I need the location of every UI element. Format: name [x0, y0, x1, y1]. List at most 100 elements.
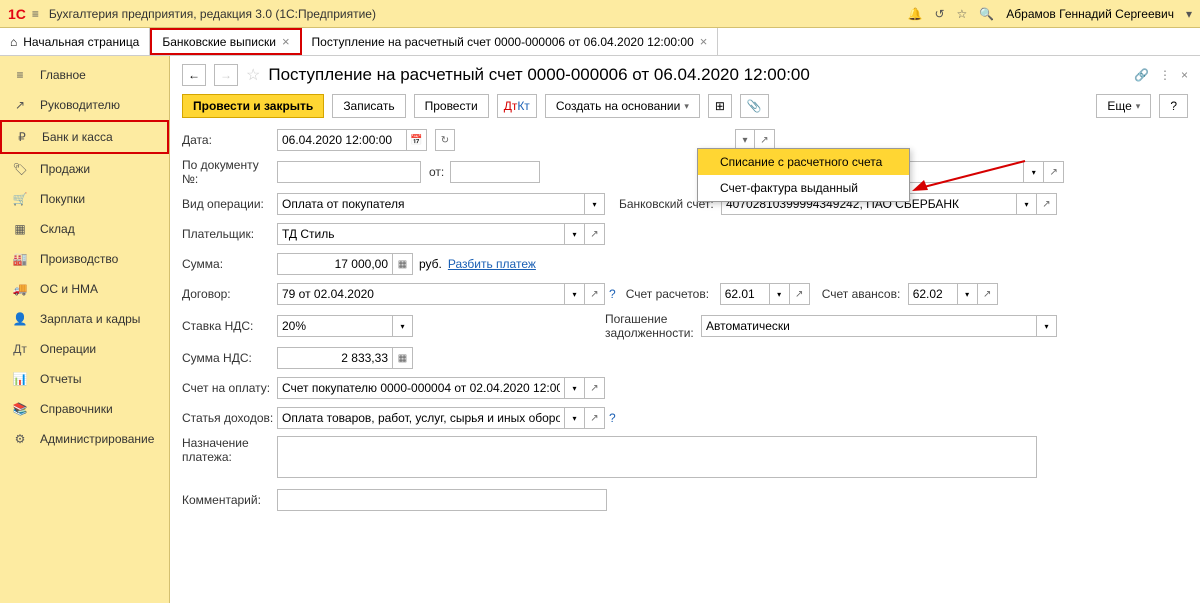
comment-input[interactable]: [277, 489, 607, 511]
close-icon[interactable]: ×: [700, 34, 708, 49]
invoice-input[interactable]: [277, 377, 565, 399]
sidebar-item-ops[interactable]: ДтОперации: [0, 334, 169, 364]
dd-icon[interactable]: ▾: [1017, 193, 1037, 215]
dropdown-item-invoice[interactable]: Счет-фактура выданный: [698, 175, 909, 201]
save-button[interactable]: Записать: [332, 94, 405, 118]
split-payment-link[interactable]: Разбить платеж: [448, 257, 536, 271]
dt-kt-button[interactable]: ДтКт: [497, 94, 537, 118]
forward-button[interactable]: →: [214, 64, 238, 86]
sidebar-item-buy[interactable]: 🛒Покупки: [0, 184, 169, 214]
label-vat-rate: Ставка НДС:: [182, 319, 277, 333]
dropdown-item-writeoff[interactable]: Списание с расчетного счета: [698, 149, 909, 175]
help-icon[interactable]: ?: [609, 287, 616, 301]
tab-label: Поступление на расчетный счет 0000-00000…: [312, 35, 694, 49]
close-icon[interactable]: ×: [1181, 68, 1188, 82]
more-button[interactable]: Еще: [1096, 94, 1151, 118]
ext-icon[interactable]: ↗: [585, 283, 605, 305]
acct-adv-input[interactable]: [908, 283, 958, 305]
boxes-icon: ▦: [12, 222, 28, 236]
gear-icon: ⚙: [12, 432, 28, 446]
favorite-icon[interactable]: ☆: [246, 65, 260, 85]
label-docnum: По документу №:: [182, 158, 277, 186]
calc-icon[interactable]: ▦: [393, 253, 413, 275]
dd-icon[interactable]: ▾: [770, 283, 790, 305]
sidebar-item-sales[interactable]: 🏷Продажи: [0, 154, 169, 184]
ext-icon[interactable]: ↗: [1037, 193, 1057, 215]
close-icon[interactable]: ×: [282, 34, 290, 49]
app-title: Бухгалтерия предприятия, редакция 3.0 (1…: [49, 7, 908, 21]
history-icon[interactable]: ↺: [934, 7, 944, 21]
dd-icon[interactable]: ▾: [565, 283, 585, 305]
person-icon: 👤: [12, 312, 28, 326]
tab-receipt[interactable]: Поступление на расчетный счет 0000-00000…: [302, 28, 719, 55]
income-input[interactable]: [277, 407, 565, 429]
user-menu-icon[interactable]: ▾: [1186, 7, 1192, 21]
post-close-button[interactable]: Провести и закрыть: [182, 94, 324, 118]
sidebar-item-menu[interactable]: ≡Главное: [0, 60, 169, 90]
debt-input[interactable]: [701, 315, 1037, 337]
calendar-icon[interactable]: 📅: [407, 129, 427, 151]
menu-icon[interactable]: ≡: [32, 7, 39, 21]
ext-icon[interactable]: ↗: [1044, 161, 1064, 183]
help-button[interactable]: ?: [1159, 94, 1188, 118]
date-input[interactable]: [277, 129, 407, 151]
ext-icon[interactable]: ↗: [978, 283, 998, 305]
label-rub: руб.: [419, 257, 442, 271]
sidebar-item-admin[interactable]: ⚙Администрирование: [0, 424, 169, 454]
label-date: Дата:: [182, 133, 277, 147]
calc-icon[interactable]: ▦: [393, 347, 413, 369]
optype-input[interactable]: [277, 193, 585, 215]
dd-icon[interactable]: ▾: [1037, 315, 1057, 337]
refresh-icon[interactable]: ↻: [435, 129, 455, 151]
sidebar-item-refs[interactable]: 📚Справочники: [0, 394, 169, 424]
ext-icon[interactable]: ↗: [585, 377, 605, 399]
bars-icon: 📊: [12, 372, 28, 386]
dd-icon[interactable]: ▾: [565, 407, 585, 429]
ext-icon[interactable]: ↗: [585, 223, 605, 245]
dd-icon[interactable]: ▾: [565, 223, 585, 245]
dd-icon[interactable]: ▾: [565, 377, 585, 399]
dd-icon[interactable]: ▾: [393, 315, 413, 337]
logo-1c: 1C: [8, 6, 26, 22]
more-icon[interactable]: ⋮: [1159, 68, 1171, 82]
sidebar-item-reports[interactable]: 📊Отчеты: [0, 364, 169, 394]
menu-icon: ≡: [12, 68, 28, 82]
dd-icon[interactable]: ▾: [585, 193, 605, 215]
star-icon[interactable]: ☆: [957, 7, 968, 21]
home-tab[interactable]: ⌂ Начальная страница: [0, 28, 150, 55]
user-name[interactable]: Абрамов Геннадий Сергеевич: [1006, 7, 1174, 21]
contract-input[interactable]: [277, 283, 565, 305]
create-based-button[interactable]: Создать на основании: [545, 94, 700, 118]
docnum-input[interactable]: [277, 161, 421, 183]
dd-icon[interactable]: ▾: [958, 283, 978, 305]
back-button[interactable]: ←: [182, 64, 206, 86]
sidebar-item-salary[interactable]: 👤Зарплата и кадры: [0, 304, 169, 334]
purpose-textarea[interactable]: [277, 436, 1037, 478]
sidebar-item-lead[interactable]: ↗Руководителю: [0, 90, 169, 120]
vat-rate-input[interactable]: [277, 315, 393, 337]
sum-input[interactable]: [277, 253, 393, 275]
link-icon[interactable]: 🔗: [1134, 68, 1149, 82]
vat-sum-input[interactable]: [277, 347, 393, 369]
attach-button[interactable]: 📎: [740, 94, 769, 118]
dd-icon[interactable]: ▾: [1024, 161, 1044, 183]
tab-bank-statements[interactable]: Банковские выписки ×: [150, 28, 301, 55]
structure-button[interactable]: ⊞: [708, 94, 732, 118]
cart-icon: 🛒: [12, 192, 28, 206]
acct-settle-input[interactable]: [720, 283, 770, 305]
sidebar-item-prod[interactable]: 🏭Производство: [0, 244, 169, 274]
label-debt: Погашение задолженности:: [605, 312, 695, 340]
payer-input[interactable]: [277, 223, 565, 245]
ops-icon: Дт: [12, 342, 28, 356]
from-input[interactable]: [450, 161, 540, 183]
sidebar-item-bank[interactable]: ₽Банк и касса: [0, 120, 169, 154]
bell-icon[interactable]: 🔔: [908, 7, 923, 21]
post-button[interactable]: Провести: [414, 94, 489, 118]
search-icon[interactable]: 🔍: [979, 7, 994, 21]
sidebar-item-os[interactable]: 🚚ОС и НМА: [0, 274, 169, 304]
tab-label: Банковские выписки: [162, 35, 276, 49]
ext-icon[interactable]: ↗: [585, 407, 605, 429]
help-icon[interactable]: ?: [609, 411, 616, 425]
sidebar-item-stock[interactable]: ▦Склад: [0, 214, 169, 244]
ext-icon[interactable]: ↗: [790, 283, 810, 305]
